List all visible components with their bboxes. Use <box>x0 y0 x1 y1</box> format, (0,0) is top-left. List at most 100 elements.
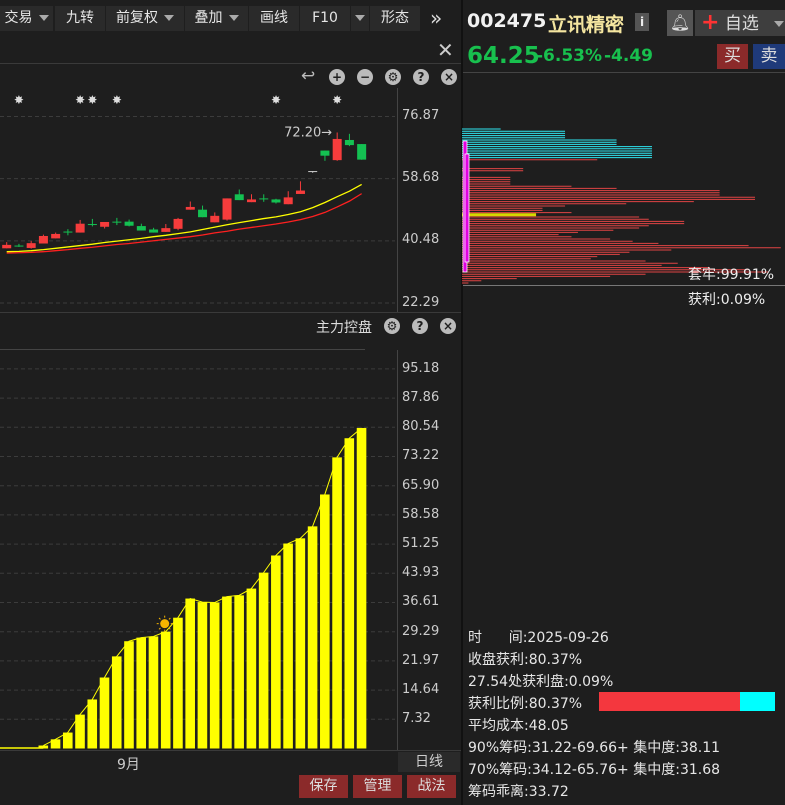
toolbar-f10[interactable]: F10 <box>300 6 350 31</box>
bar <box>87 699 98 749</box>
candle-body <box>344 139 354 146</box>
caret-down-icon <box>164 15 174 21</box>
candle-body <box>259 198 269 200</box>
bar <box>246 588 257 749</box>
candle-body <box>14 245 24 247</box>
profit-label: 获利:0.09% <box>688 292 766 308</box>
close-icon[interactable]: × <box>441 69 457 85</box>
candle-body <box>112 221 122 223</box>
save-button[interactable]: 保存 <box>299 775 348 798</box>
add-watchlist-button[interactable]: + 自选 <box>695 10 785 36</box>
bar <box>258 572 269 749</box>
star-marker: ✸ <box>112 93 122 107</box>
indicator-title: 主力控盘 <box>316 320 372 336</box>
gear-icon[interactable]: ⚙ <box>385 69 401 85</box>
y-tick: 7.32 <box>402 711 431 727</box>
divider <box>0 750 461 751</box>
period-label[interactable]: 日线 <box>398 752 460 772</box>
bar <box>209 602 220 749</box>
y-tick: 21.97 <box>402 652 440 668</box>
bar <box>344 438 355 749</box>
divider <box>0 63 461 64</box>
star-marker: ✸ <box>271 93 281 107</box>
bar <box>197 602 208 749</box>
bar <box>332 457 342 749</box>
bar <box>356 427 367 749</box>
candle-body <box>247 199 256 203</box>
bar <box>124 641 134 749</box>
caret-down-icon <box>774 21 785 27</box>
change-percent: -6.53% <box>536 46 603 66</box>
star-marker: ✸ <box>75 93 85 107</box>
candle-body <box>149 229 159 233</box>
zoom-out-icon[interactable]: − <box>357 69 373 85</box>
help-icon[interactable]: ? <box>412 318 428 334</box>
candle-body <box>100 221 110 227</box>
y-tick: 58.58 <box>402 506 440 522</box>
close-icon[interactable]: × <box>440 318 456 334</box>
candle-body <box>320 150 330 156</box>
strategy-button[interactable]: 战法 <box>407 775 456 798</box>
toolbar-pattern[interactable]: 形态 <box>370 6 420 31</box>
chart-refresh-icon[interactable]: ↩ <box>301 66 315 86</box>
bar <box>75 714 85 749</box>
toolbar-nine-turn[interactable]: 九转 <box>55 6 105 31</box>
y-tick: 73.22 <box>402 448 440 464</box>
toolbar-adjust[interactable]: 前复权 <box>106 6 184 31</box>
divider <box>0 312 461 313</box>
toolbar: 交易 九转 前复权 叠加 画线 F10 形态 » <box>0 0 461 36</box>
gear-icon[interactable]: ⚙ <box>384 318 400 334</box>
toolbar-draw[interactable]: 画线 <box>249 6 299 31</box>
indicator-bar-chart[interactable] <box>0 350 397 750</box>
divider <box>463 72 785 73</box>
info-icon[interactable]: i <box>635 13 649 31</box>
candle-body <box>51 233 61 239</box>
y-tick: 87.86 <box>402 390 440 406</box>
candle-body <box>173 218 183 229</box>
stat-chip-90: 90%筹码:31.22-69.66+ 集中度:38.11 <box>468 740 721 756</box>
candle-body <box>210 215 220 223</box>
y-tick: 80.54 <box>402 419 440 435</box>
close-icon[interactable]: ✕ <box>437 38 454 62</box>
x-tick-month: 9月 <box>117 757 140 773</box>
label: F10 <box>312 10 338 26</box>
y-tick: 76.87 <box>402 108 440 123</box>
double-chevron-right-icon[interactable]: » <box>430 6 442 31</box>
candlestick-chart[interactable]: ✸ ✸ ✸ ✸ ✸ ✸72.20→ <box>0 88 397 310</box>
manage-button[interactable]: 管理 <box>353 775 402 798</box>
caret-down-icon <box>355 15 365 21</box>
y-tick: 14.64 <box>402 682 440 698</box>
sell-button[interactable]: 卖 <box>753 44 785 69</box>
bar <box>320 494 330 749</box>
candle-body <box>63 231 73 233</box>
divider <box>463 285 785 286</box>
bell-icon[interactable]: 🔔︎ <box>667 10 693 36</box>
candle-body <box>295 190 305 194</box>
bar <box>173 617 183 749</box>
candle-body <box>124 221 134 226</box>
candle-body <box>38 235 48 244</box>
sun-ray <box>158 627 161 630</box>
stat-chip-70: 70%筹码:34.12-65.76+ 集中度:31.68 <box>468 762 721 778</box>
candle-body <box>136 226 146 231</box>
candle-body <box>222 198 232 220</box>
y-tick: 58.68 <box>402 170 440 185</box>
y-tick: 29.29 <box>402 623 440 639</box>
candle-body <box>332 138 342 161</box>
toolbar-overlay[interactable]: 叠加 <box>185 6 248 31</box>
ma-line-red <box>6 193 363 254</box>
caret-down-icon <box>228 15 239 21</box>
toolbar-trade[interactable]: 交易 <box>0 6 53 31</box>
bar <box>148 636 159 749</box>
stat-profit-ratio: 获利比例:80.37% <box>468 696 583 712</box>
candle-body <box>271 199 281 203</box>
help-icon[interactable]: ? <box>413 69 429 85</box>
label: 前复权 <box>116 10 158 26</box>
candle-body <box>198 209 208 218</box>
buy-button[interactable]: 买 <box>717 44 748 69</box>
candle-body <box>87 224 97 226</box>
candle-body <box>185 206 195 210</box>
stock-price: 64.25 <box>467 43 540 69</box>
toolbar-f10-dropdown[interactable] <box>351 6 369 31</box>
zoom-in-icon[interactable]: + <box>329 69 345 85</box>
